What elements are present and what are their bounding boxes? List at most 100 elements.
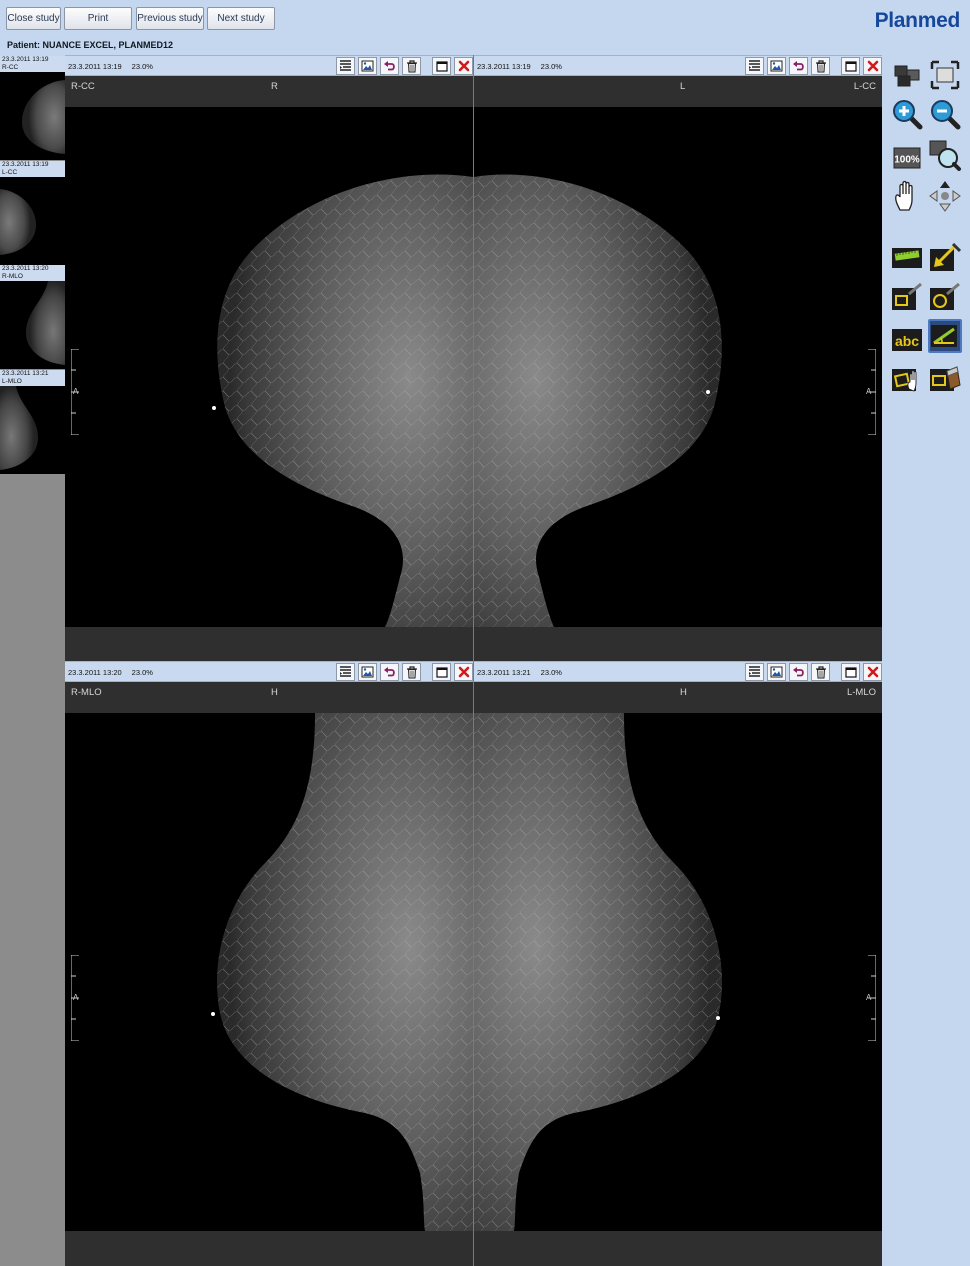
- thumbnail-header: 23.3.2011 13:20 R-MLO: [0, 265, 65, 281]
- thumbnail-date: 23.3.2011 13:20: [2, 265, 49, 272]
- thumbnail-image: [0, 281, 65, 369]
- pan-hand-icon[interactable]: [890, 179, 924, 213]
- list-button[interactable]: [336, 663, 355, 681]
- orientation-label: H: [680, 687, 687, 698]
- image-pane-r-mlo[interactable]: R-MLO H A: [65, 683, 473, 1266]
- move-arrows-icon[interactable]: [928, 179, 962, 213]
- thumbnail-strip: 23.3.2011 13:19 R-CC 23.3.2011 13:19 L-C…: [0, 56, 65, 1266]
- pane-header-r-cc: 23.3.2011 13:19 23.0%: [65, 55, 473, 76]
- trash-icon: [406, 59, 418, 73]
- maximize-icon: [844, 60, 857, 72]
- image-pane-l-cc[interactable]: L L-CC A: [474, 77, 882, 661]
- zoom-100-icon[interactable]: 100%: [890, 141, 924, 175]
- scale-ruler: A: [866, 348, 877, 436]
- zoom-in-icon[interactable]: [890, 97, 924, 131]
- pane-date: 23.3.2011 13:21: [477, 668, 531, 677]
- angle-measure-icon[interactable]: [928, 319, 962, 353]
- close-button[interactable]: [863, 663, 882, 681]
- list-icon: [339, 666, 352, 678]
- next-study-button[interactable]: Next study: [207, 7, 275, 30]
- thumbnail-image: [0, 72, 65, 160]
- pane-header-r-mlo: 23.3.2011 13:20 23.0%: [65, 661, 473, 682]
- close-button[interactable]: [863, 57, 882, 75]
- scale-ruler: A: [70, 954, 81, 1042]
- pane-zoom: 23.0%: [540, 668, 562, 677]
- thumbnail-r-cc[interactable]: 23.3.2011 13:19 R-CC: [0, 56, 65, 160]
- mammogram-l-cc: [474, 174, 722, 627]
- planmed-viewer-app: Close study Print Previous study Next st…: [0, 0, 970, 1266]
- close-study-button[interactable]: Close study: [6, 7, 61, 30]
- delete-annotation-icon[interactable]: [928, 361, 962, 395]
- close-button[interactable]: [454, 663, 473, 681]
- maximize-icon: [435, 666, 448, 678]
- trash-icon: [815, 665, 827, 679]
- list-button[interactable]: [745, 57, 764, 75]
- trash-button[interactable]: [402, 663, 421, 681]
- image-settings-icon: [361, 666, 374, 678]
- mammogram-r-cc: [212, 174, 473, 627]
- zoom-100-label: 100%: [894, 155, 920, 166]
- thumbnail-l-mlo[interactable]: 23.3.2011 13:21 L-MLO: [0, 370, 65, 474]
- pane-date: 23.3.2011 13:19: [68, 62, 122, 71]
- undo-button[interactable]: [380, 57, 399, 75]
- patient-label: Patient: NUANCE EXCEL, PLANMED12: [7, 40, 174, 50]
- pane-zoom: 23.0%: [540, 62, 562, 71]
- list-button[interactable]: [336, 57, 355, 75]
- close-icon: [458, 666, 470, 678]
- center-divider: [473, 55, 474, 1266]
- view-label: R-MLO: [71, 687, 102, 698]
- magnifier-icon[interactable]: [928, 139, 962, 173]
- close-button[interactable]: [454, 57, 473, 75]
- ruler-icon[interactable]: [890, 241, 924, 275]
- image-settings-button[interactable]: [358, 57, 377, 75]
- trash-button[interactable]: [402, 57, 421, 75]
- thumbnail-r-mlo[interactable]: 23.3.2011 13:20 R-MLO: [0, 265, 65, 369]
- image-settings-button[interactable]: [767, 57, 786, 75]
- view-label: R-CC: [71, 81, 95, 92]
- trash-button[interactable]: [811, 57, 830, 75]
- rectangle-roi-icon[interactable]: [890, 280, 924, 314]
- image-settings-icon: [770, 666, 783, 678]
- thumbnail-view: L-CC: [2, 169, 18, 176]
- image-settings-button[interactable]: [767, 663, 786, 681]
- list-icon: [748, 666, 761, 678]
- trash-button[interactable]: [811, 663, 830, 681]
- undo-button[interactable]: [789, 57, 808, 75]
- maximize-button[interactable]: [841, 663, 860, 681]
- trash-icon: [406, 665, 418, 679]
- list-button[interactable]: [745, 663, 764, 681]
- thumbnail-l-cc[interactable]: 23.3.2011 13:19 L-CC: [0, 161, 65, 265]
- maximize-button[interactable]: [432, 663, 451, 681]
- maximize-icon: [844, 666, 857, 678]
- list-icon: [748, 60, 761, 72]
- undo-button[interactable]: [789, 663, 808, 681]
- mammogram-l-mlo: [474, 713, 722, 1231]
- maximize-button[interactable]: [432, 57, 451, 75]
- image-pane-r-cc[interactable]: R-CC R A: [65, 77, 473, 661]
- layout-icon[interactable]: [890, 58, 924, 92]
- mammogram-r-mlo: [211, 713, 473, 1231]
- undo-button[interactable]: [380, 663, 399, 681]
- previous-study-button[interactable]: Previous study: [136, 7, 204, 30]
- scale-ruler: A: [70, 348, 81, 436]
- undo-icon: [383, 60, 396, 72]
- planmed-logo: Planmed: [874, 9, 961, 32]
- anterior-marker: A: [73, 993, 79, 1002]
- select-annotation-icon[interactable]: [890, 361, 924, 395]
- maximize-button[interactable]: [841, 57, 860, 75]
- pane-header-l-mlo: 23.3.2011 13:21 23.0%: [474, 661, 882, 682]
- anterior-marker: A: [866, 993, 872, 1002]
- pane-date: 23.3.2011 13:19: [477, 62, 531, 71]
- thumbnail-view: R-CC: [2, 64, 19, 71]
- zoom-out-icon[interactable]: [928, 97, 962, 131]
- pane-date: 23.3.2011 13:20: [68, 668, 122, 677]
- text-annotation-icon[interactable]: abc: [890, 323, 924, 357]
- thumbnail-date: 23.3.2011 13:19: [2, 56, 49, 63]
- image-pane-l-mlo[interactable]: H L-MLO A: [474, 683, 882, 1266]
- print-button[interactable]: Print: [64, 7, 132, 30]
- arrow-annotation-icon[interactable]: [928, 241, 962, 275]
- undo-icon: [792, 60, 805, 72]
- ellipse-roi-icon[interactable]: [928, 280, 962, 314]
- fit-screen-icon[interactable]: [928, 58, 962, 92]
- image-settings-button[interactable]: [358, 663, 377, 681]
